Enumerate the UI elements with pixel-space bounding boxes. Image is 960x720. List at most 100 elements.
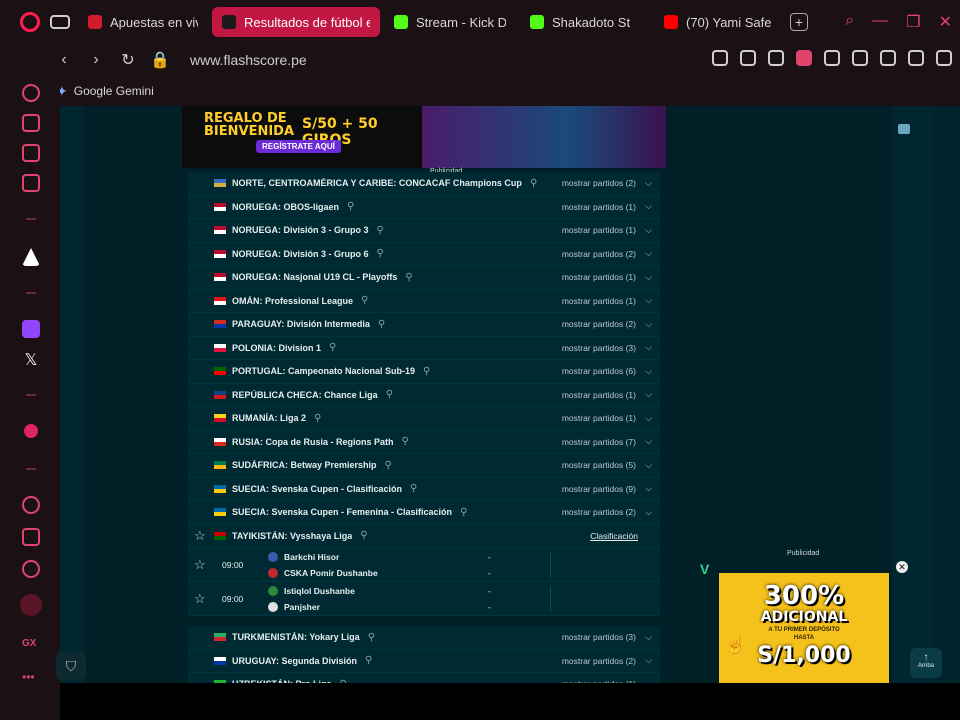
league-name[interactable]: PORTUGAL: Campeonato Nacional Sub-19 <box>232 366 415 376</box>
pin-icon[interactable]: ⚲ <box>530 178 537 189</box>
gx-corner-icon[interactable] <box>22 144 40 162</box>
right-advertisement[interactable]: 300% ADICIONAL A TU PRIMER DEPÓSITO HAST… <box>719 573 889 683</box>
league-row[interactable]: PARAGUAY: División Intermedia ⚲ mostrar pa… <box>188 313 660 337</box>
top-advertisement[interactable]: REGALO DE BIENVENIDA S/50 + 50 GIROS REG… <box>182 106 666 168</box>
heart-icon[interactable] <box>852 50 868 66</box>
kick-icon[interactable] <box>22 248 40 266</box>
league-row[interactable]: REPÚBLICA CHECA: Chance Liga ⚲ mostrar par… <box>188 383 660 407</box>
league-row[interactable]: TURKMENISTÁN: Yokary Liga ⚲ mostrar partid… <box>188 626 660 650</box>
league-name[interactable]: NORUEGA: División 3 - Grupo 3 <box>232 225 369 235</box>
standings-link[interactable]: Clasificación <box>590 531 638 541</box>
chevron-down-icon[interactable]: ⌵ <box>645 272 652 283</box>
chevron-down-icon[interactable]: ⌵ <box>645 225 652 236</box>
back-icon[interactable]: ‹ <box>52 51 76 69</box>
history-icon[interactable] <box>22 496 40 514</box>
show-matches-link[interactable]: mostrar partidos (7) <box>562 437 636 447</box>
restore-icon[interactable]: ❐ <box>906 12 920 32</box>
favorite-star-icon[interactable]: ☆ <box>194 528 206 544</box>
show-matches-link[interactable]: mostrar partidos (1) <box>562 296 636 306</box>
pin-icon[interactable] <box>740 50 756 66</box>
show-matches-link[interactable]: mostrar partidos (2) <box>562 319 636 329</box>
pin-icon[interactable]: ⚲ <box>385 460 392 471</box>
league-name[interactable]: SUECIA: Svenska Cupen - Clasificación <box>232 484 402 494</box>
chevron-down-icon[interactable]: ⌵ <box>645 342 652 353</box>
pin-icon[interactable]: ⚲ <box>377 225 384 236</box>
chevron-down-icon[interactable]: ⌵ <box>645 436 652 447</box>
search-tabs-icon[interactable]: ⌕ <box>845 12 854 32</box>
match-row[interactable]: ☆ 09:00 Istiqlol Dushanbe Panjsher - - <box>188 582 660 616</box>
league-name[interactable]: TAYIKISTÁN: Vysshaya Liga <box>232 531 352 541</box>
pin-icon[interactable]: ⚲ <box>314 413 321 424</box>
pin-icon[interactable]: ⚲ <box>347 201 354 212</box>
show-matches-link[interactable]: mostrar partidos (2) <box>562 507 636 517</box>
away-team[interactable]: CSKA Pomir Dushanbe <box>268 568 378 578</box>
league-name[interactable]: NORUEGA: OBOS-ligaen <box>232 202 339 212</box>
back-to-top-button[interactable]: ↑ Arriba <box>910 648 942 678</box>
league-name[interactable]: RUSIA: Copa de Rusia - Regions Path <box>232 437 394 447</box>
ad-register-button[interactable]: REGÍSTRATE AQUÍ <box>256 140 341 153</box>
show-matches-link[interactable]: mostrar partidos (1) <box>562 679 636 683</box>
chevron-down-icon[interactable]: ⌵ <box>645 248 652 259</box>
download-icon[interactable] <box>908 50 924 66</box>
scrollbar[interactable] <box>934 106 960 683</box>
twitch-icon[interactable] <box>22 320 40 338</box>
league-name[interactable]: SUDÁFRICA: Betway Premiership <box>232 460 377 470</box>
pin-icon[interactable]: ⚲ <box>423 366 430 377</box>
messenger-icon[interactable] <box>22 174 40 192</box>
ad-choices-icon[interactable] <box>898 124 910 134</box>
league-name[interactable]: POLONIA: Division 1 <box>232 343 321 353</box>
chevron-down-icon[interactable]: ⌵ <box>645 389 652 400</box>
show-matches-link[interactable]: mostrar partidos (3) <box>562 632 636 642</box>
home-team[interactable]: Istiqlol Dushanbe <box>268 586 355 596</box>
show-matches-link[interactable]: mostrar partidos (1) <box>562 225 636 235</box>
league-row[interactable]: PORTUGAL: Campeonato Nacional Sub-19 ⚲ mos… <box>188 360 660 384</box>
new-tab-button[interactable]: + <box>790 13 808 31</box>
tab-2[interactable]: Stream - Kick Da <box>384 7 516 37</box>
league-row[interactable]: NORTE, CENTROAMÉRICA Y CARIBE: CONCACAF … <box>188 172 660 196</box>
home-team[interactable]: Barkchi Hisor <box>268 552 339 562</box>
more-icon[interactable]: ••• <box>22 670 40 688</box>
show-matches-link[interactable]: mostrar partidos (6) <box>562 366 636 376</box>
league-row[interactable]: POLONIA: Division 1 ⚲ mostrar partidos (3)… <box>188 336 660 360</box>
league-name[interactable]: PARAGUAY: División Intermedia <box>232 319 370 329</box>
menu-icon[interactable] <box>936 50 952 66</box>
pin-icon[interactable]: ⚲ <box>402 436 409 447</box>
pin-icon[interactable]: ⚲ <box>460 507 467 518</box>
league-row-tajikistan[interactable]: ☆ TAYIKISTÁN: Vysshaya Liga ⚲ Clasificación <box>188 524 660 548</box>
chevron-down-icon[interactable]: ⌵ <box>645 295 652 306</box>
league-name[interactable]: TURKMENISTÁN: Yokary Liga <box>232 632 360 642</box>
league-name[interactable]: URUGUAY: Segunda División <box>232 656 357 666</box>
pin-icon[interactable]: ⚲ <box>360 530 367 541</box>
opera-logo-icon[interactable] <box>20 12 40 32</box>
chevron-down-icon[interactable]: ⌵ <box>645 460 652 471</box>
tab-1[interactable]: Resultados de fútbol en v <box>212 7 380 37</box>
chevron-down-icon[interactable]: ⌵ <box>645 319 652 330</box>
music-icon[interactable] <box>24 424 38 438</box>
pin-icon[interactable]: ⚲ <box>368 632 375 643</box>
pin-icon[interactable]: ⚲ <box>340 679 347 683</box>
show-matches-link[interactable]: mostrar partidos (1) <box>562 272 636 282</box>
league-row[interactable]: RUMANÍA: Liga 2 ⚲ mostrar partidos (1) ⌵ <box>188 407 660 431</box>
chevron-down-icon[interactable]: ⌵ <box>645 483 652 494</box>
security-shield-icon[interactable]: ⛉ <box>56 652 86 680</box>
league-row[interactable]: NORUEGA: División 3 - Grupo 3 ⚲ mostrar pa… <box>188 219 660 243</box>
show-matches-link[interactable]: mostrar partidos (1) <box>562 413 636 423</box>
forward-icon[interactable]: › <box>84 51 108 69</box>
gx-logo-icon[interactable]: GX <box>22 638 40 656</box>
league-row[interactable]: OMÁN: Professional League ⚲ mostrar partid… <box>188 289 660 313</box>
league-name[interactable]: NORUEGA: Nasjonal U19 CL - Playoffs <box>232 272 397 282</box>
chevron-down-icon[interactable]: ⌵ <box>645 366 652 377</box>
close-window-icon[interactable]: ✕ <box>939 12 952 32</box>
league-row[interactable]: UZBEKISTÁN: Pro Liga ⚲ mostrar partidos (1… <box>188 673 660 683</box>
url-field[interactable]: www.flashscore.pe <box>190 52 307 68</box>
match-row[interactable]: ☆ 09:00 Barkchi Hisor CSKA Pomir Dushanbe - - <box>188 548 660 582</box>
league-row[interactable]: NORUEGA: División 3 - Grupo 6 ⚲ mostrar pa… <box>188 242 660 266</box>
pin-icon[interactable]: ⚲ <box>365 655 372 666</box>
league-name[interactable]: UZBEKISTÁN: Pro Liga <box>232 679 332 683</box>
tab-4[interactable]: (70) Yami Safe <box>654 7 782 37</box>
chevron-down-icon[interactable]: ⌵ <box>645 655 652 666</box>
show-matches-link[interactable]: mostrar partidos (3) <box>562 343 636 353</box>
workspace-icon[interactable] <box>22 114 40 132</box>
tab-3[interactable]: Shakadoto St <box>520 7 650 37</box>
chevron-down-icon[interactable]: ⌵ <box>645 632 652 643</box>
